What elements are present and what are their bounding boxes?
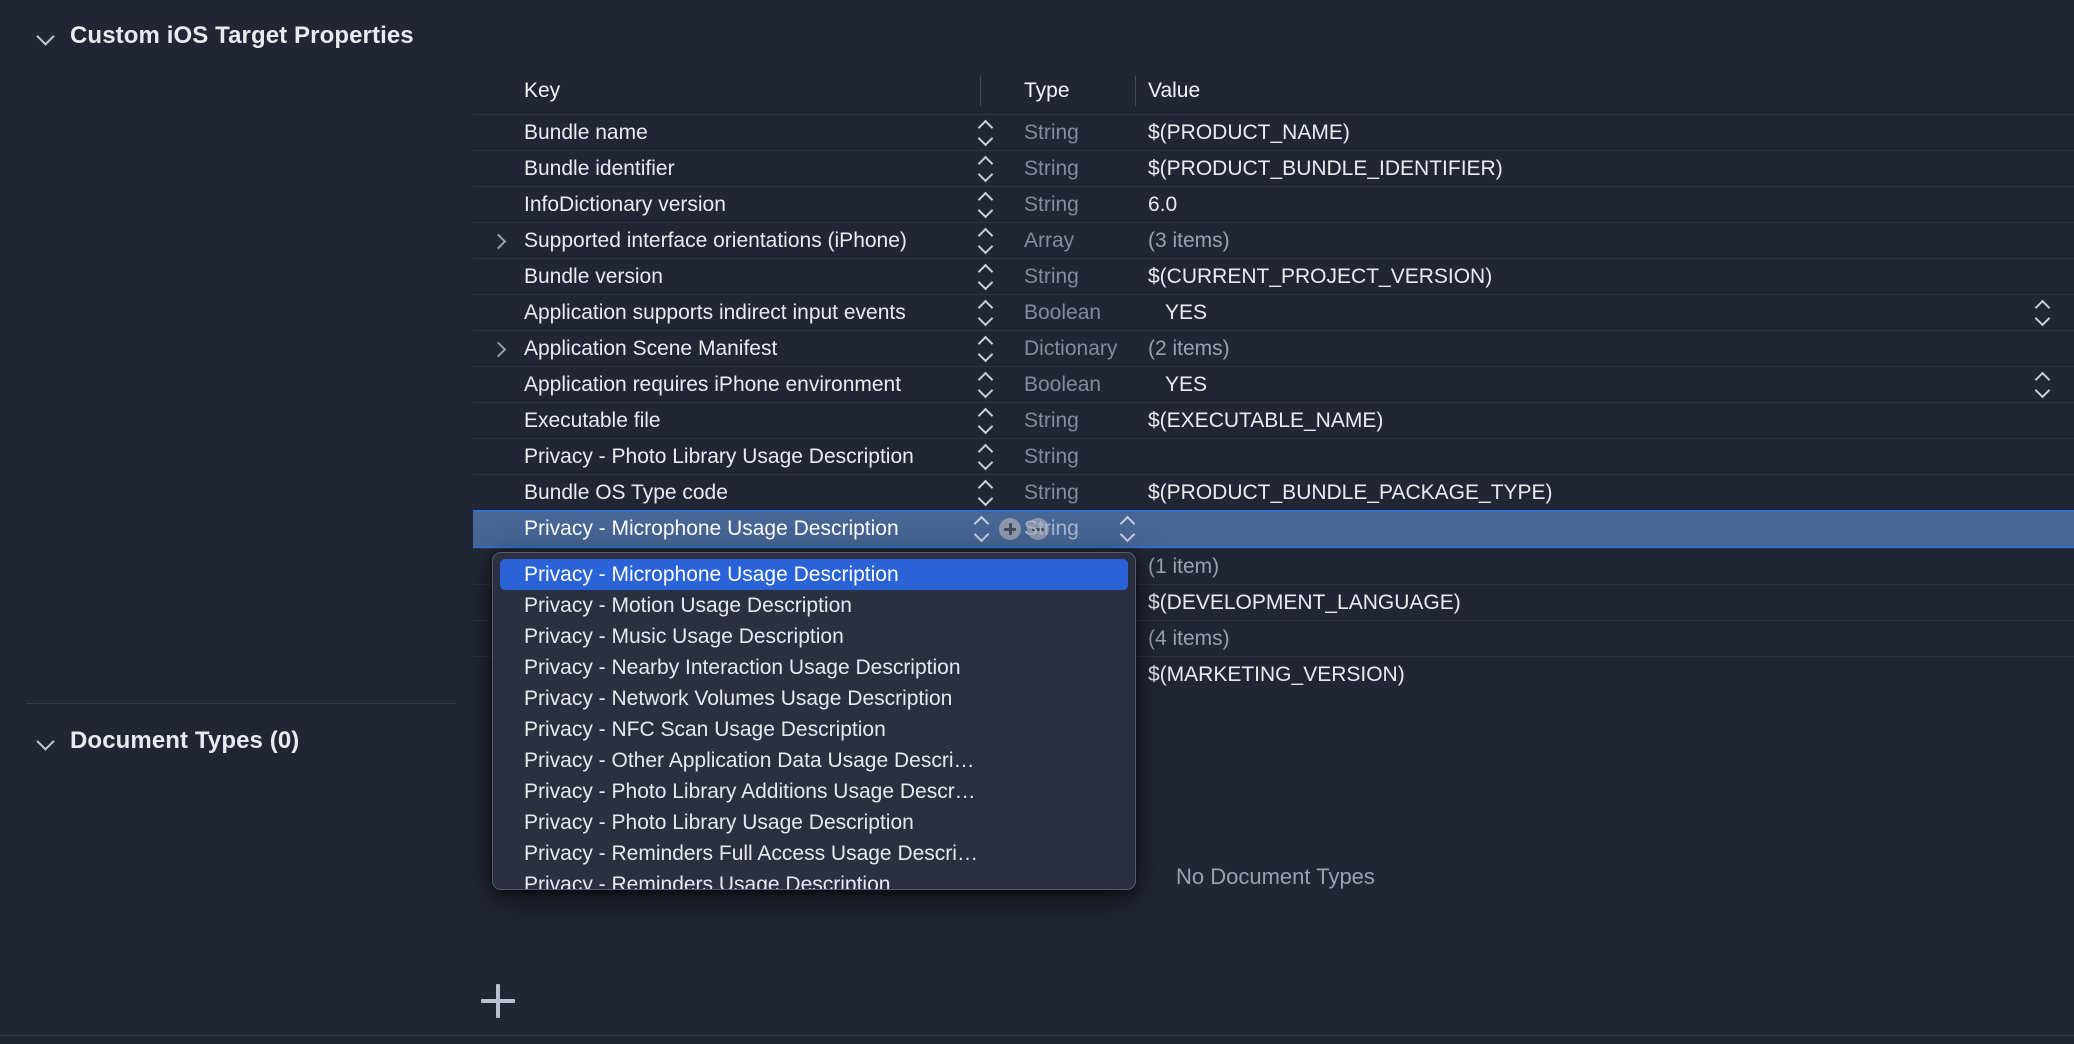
table-row[interactable]: Application supports indirect input even… <box>473 294 2074 330</box>
row-value[interactable]: $(EXECUTABLE_NAME) <box>1148 409 1383 433</box>
table-row[interactable]: Bundle OS Type code String $(PRODUCT_BUN… <box>473 474 2074 510</box>
table-row[interactable]: Supported interface orientations (iPhone… <box>473 222 2074 258</box>
row-key[interactable]: Bundle version <box>524 265 663 289</box>
row-key-stepper-icon[interactable] <box>977 372 995 398</box>
row-value[interactable]: (3 items) <box>1148 229 1230 253</box>
row-value[interactable]: $(CURRENT_PROJECT_VERSION) <box>1148 265 1492 289</box>
table-row[interactable]: Bundle version String $(CURRENT_PROJECT_… <box>473 258 2074 294</box>
row-type[interactable]: String <box>1024 409 1079 433</box>
row-value[interactable]: $(PRODUCT_BUNDLE_IDENTIFIER) <box>1148 157 1503 181</box>
row-value[interactable]: 6.0 <box>1148 193 1177 217</box>
row-type[interactable]: String <box>1024 517 1079 541</box>
disclosure-triangle-icon[interactable] <box>490 341 506 357</box>
menu-item[interactable]: Privacy - NFC Scan Usage Description <box>500 714 1128 745</box>
row-value[interactable]: $(PRODUCT_BUNDLE_PACKAGE_TYPE) <box>1148 481 1553 505</box>
row-value[interactable]: YES <box>1165 373 1207 397</box>
table-row[interactable]: Privacy - Photo Library Usage Descriptio… <box>473 438 2074 474</box>
row-value[interactable]: (4 items) <box>1148 627 1230 651</box>
row-key[interactable]: Application Scene Manifest <box>524 337 777 361</box>
menu-item[interactable]: Privacy - Nearby Interaction Usage Descr… <box>500 652 1128 683</box>
menu-item[interactable]: Privacy - Microphone Usage Description <box>500 559 1128 590</box>
row-value[interactable]: $(MARKETING_VERSION) <box>1148 663 1405 687</box>
section-title: Document Types (0) <box>70 727 299 755</box>
menu-item[interactable]: Privacy - Network Volumes Usage Descript… <box>500 683 1128 714</box>
row-value[interactable]: (2 items) <box>1148 337 1230 361</box>
menu-item[interactable]: Privacy - Photo Library Usage Descriptio… <box>500 807 1128 838</box>
row-key-stepper-icon[interactable] <box>977 444 995 470</box>
key-picker-dropdown[interactable]: Privacy - Microphone Usage Description P… <box>492 552 1136 890</box>
table-row[interactable]: Application requires iPhone environment … <box>473 366 2074 402</box>
row-type[interactable]: Boolean <box>1024 301 1101 325</box>
table-row[interactable]: Application Scene Manifest Dictionary (2… <box>473 330 2074 366</box>
disclosure-triangle-icon[interactable] <box>490 233 506 249</box>
column-header-type[interactable]: Type <box>1024 79 1070 103</box>
row-key[interactable]: Supported interface orientations (iPhone… <box>524 229 907 253</box>
row-type[interactable]: String <box>1024 121 1079 145</box>
row-key-stepper-icon[interactable] <box>977 120 995 146</box>
table-row[interactable]: InfoDictionary version String 6.0 <box>473 186 2074 222</box>
row-key[interactable]: Bundle OS Type code <box>524 481 728 505</box>
info-plist-editor: Custom iOS Target Properties Key Type Va… <box>0 0 2074 1044</box>
row-value[interactable]: $(DEVELOPMENT_LANGUAGE) <box>1148 591 1461 615</box>
row-value[interactable]: YES <box>1165 301 1207 325</box>
row-key[interactable]: Privacy - Microphone Usage Description <box>524 517 899 541</box>
menu-item[interactable]: Privacy - Other Application Data Usage D… <box>500 745 1128 776</box>
row-type[interactable]: String <box>1024 445 1079 469</box>
row-key-stepper-icon[interactable] <box>977 336 995 362</box>
row-value-stepper-icon[interactable] <box>2034 300 2052 326</box>
row-key[interactable]: InfoDictionary version <box>524 193 726 217</box>
empty-state-label: No Document Types <box>1176 864 1375 890</box>
row-type[interactable]: String <box>1024 265 1079 289</box>
row-type[interactable]: Dictionary <box>1024 337 1117 361</box>
row-key-stepper-icon[interactable] <box>973 516 991 542</box>
table-row[interactable]: Bundle identifier String $(PRODUCT_BUNDL… <box>473 150 2074 186</box>
column-header-key[interactable]: Key <box>524 79 560 103</box>
row-key[interactable]: Privacy - Photo Library Usage Descriptio… <box>524 445 914 469</box>
row-type[interactable]: String <box>1024 193 1079 217</box>
add-row-button[interactable] <box>999 518 1021 540</box>
section-header-custom-ios-target-properties[interactable]: Custom iOS Target Properties <box>38 22 414 50</box>
section-header-document-types[interactable]: Document Types (0) <box>38 727 299 755</box>
row-key[interactable]: Application requires iPhone environment <box>524 373 901 397</box>
row-key-stepper-icon[interactable] <box>977 156 995 182</box>
menu-item[interactable]: Privacy - Reminders Usage Description <box>500 869 1128 890</box>
table-row-selected[interactable]: Privacy - Microphone Usage Description S… <box>473 510 2074 548</box>
table-row[interactable]: Bundle name String $(PRODUCT_NAME) <box>473 114 2074 150</box>
row-key-stepper-icon[interactable] <box>977 480 995 506</box>
section-divider <box>26 703 456 704</box>
menu-item[interactable]: Privacy - Music Usage Description <box>500 621 1128 652</box>
section-title: Custom iOS Target Properties <box>70 22 414 50</box>
row-value-stepper-icon[interactable] <box>2034 372 2052 398</box>
row-type[interactable]: Boolean <box>1024 373 1101 397</box>
row-type[interactable]: Array <box>1024 229 1074 253</box>
menu-item[interactable]: Privacy - Motion Usage Description <box>500 590 1128 621</box>
chevron-down-icon[interactable] <box>38 27 56 45</box>
row-type[interactable]: String <box>1024 157 1079 181</box>
row-key[interactable]: Executable file <box>524 409 661 433</box>
row-key-stepper-icon[interactable] <box>977 264 995 290</box>
row-type-stepper-icon[interactable] <box>1119 516 1137 542</box>
column-divider[interactable] <box>1135 76 1136 106</box>
row-key-stepper-icon[interactable] <box>977 300 995 326</box>
row-value[interactable]: (1 item) <box>1148 555 1219 579</box>
chevron-down-icon[interactable] <box>38 732 56 750</box>
add-property-button[interactable] <box>481 984 515 1018</box>
menu-item[interactable]: Privacy - Reminders Full Access Usage De… <box>500 838 1128 869</box>
table-header: Key Type Value <box>473 68 2074 114</box>
row-key[interactable]: Application supports indirect input even… <box>524 301 906 325</box>
row-value[interactable]: $(PRODUCT_NAME) <box>1148 121 1350 145</box>
row-key-stepper-icon[interactable] <box>977 228 995 254</box>
table-row[interactable]: Executable file String $(EXECUTABLE_NAME… <box>473 402 2074 438</box>
row-key[interactable]: Bundle identifier <box>524 157 675 181</box>
row-key[interactable]: Bundle name <box>524 121 648 145</box>
row-type[interactable]: String <box>1024 481 1079 505</box>
column-divider[interactable] <box>980 76 981 106</box>
bottom-divider <box>0 1035 2074 1036</box>
menu-item[interactable]: Privacy - Photo Library Additions Usage … <box>500 776 1128 807</box>
column-header-value[interactable]: Value <box>1148 79 1200 103</box>
row-key-stepper-icon[interactable] <box>977 192 995 218</box>
row-key-stepper-icon[interactable] <box>977 408 995 434</box>
